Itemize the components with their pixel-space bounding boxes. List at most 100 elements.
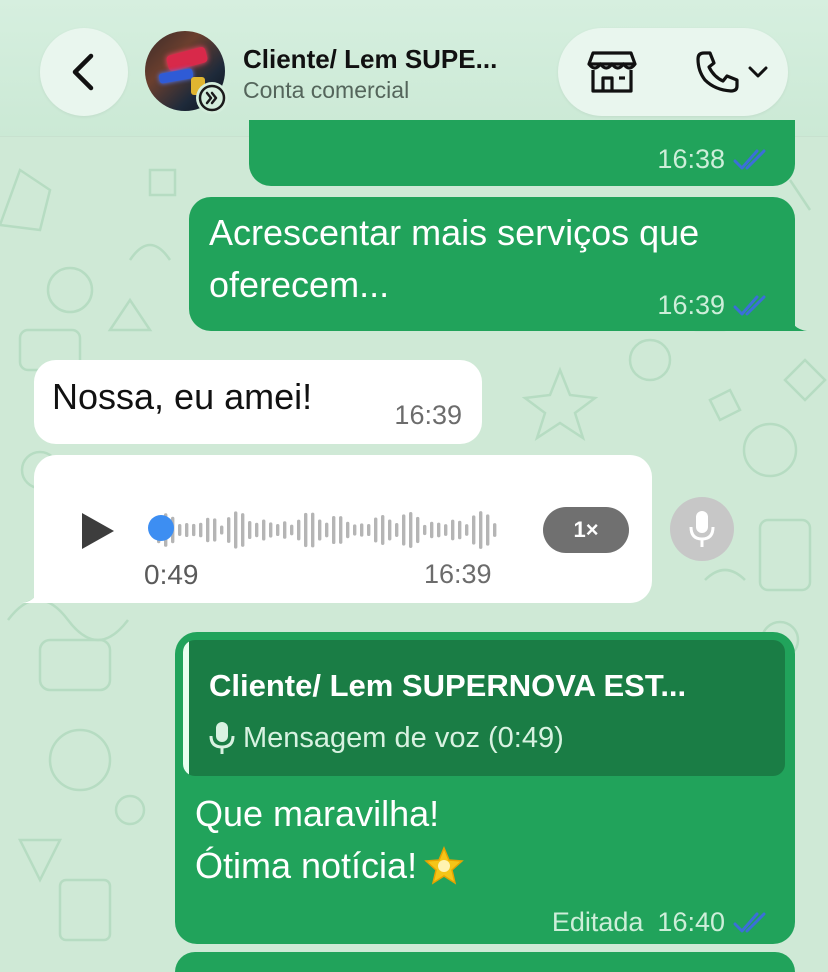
waveform-bar [332, 515, 336, 545]
waveform-bar [402, 514, 406, 546]
waveform-bar [346, 521, 350, 539]
message-incoming[interactable]: Nossa, eu amei! 16:39 [34, 360, 482, 444]
bubble-tail [22, 583, 42, 603]
waveform-bar [430, 521, 434, 539]
waveform-bar [458, 520, 462, 540]
read-receipt-icon [733, 295, 766, 315]
playback-scrubber[interactable] [148, 515, 174, 541]
waveform-bar [479, 511, 483, 549]
quote-preview: Mensagem de voz (0:49) [243, 721, 564, 754]
read-receipt-icon [733, 912, 766, 932]
waveform-bar [206, 517, 210, 543]
message-time: 16:39 [424, 559, 492, 589]
store-button[interactable] [582, 48, 642, 96]
chevron-down-icon[interactable] [747, 64, 769, 80]
waveform-bar [486, 514, 490, 546]
waveform-bar [381, 515, 385, 545]
read-receipt-icon [733, 149, 766, 169]
waveform-bar [374, 517, 378, 543]
waveform-bar [199, 522, 203, 538]
waveform-bar [409, 512, 413, 548]
voice-mic-badge [670, 497, 734, 561]
waveform-bar [493, 523, 497, 537]
contact-subtitle: Conta comercial [243, 77, 410, 103]
waveform-bar [178, 524, 182, 536]
waveform-bar [325, 522, 329, 538]
microphone-icon [209, 722, 235, 754]
waveform-bar [353, 524, 357, 536]
waveform-bar [213, 518, 217, 542]
waveform-bar [304, 512, 308, 548]
message-time: 16:39 [394, 400, 462, 430]
waveform-bar [339, 516, 343, 544]
reply-quote[interactable]: Cliente/ Lem SUPERNOVA EST... Mensagem d… [183, 640, 785, 776]
waveform-bar [311, 512, 315, 548]
waveform-bar [444, 524, 448, 536]
play-button[interactable] [78, 511, 118, 551]
waveform-bar [472, 515, 476, 545]
message-text: Acrescentar mais serviços que oferecem..… [209, 207, 699, 311]
message-outgoing[interactable]: 16:38 [249, 120, 795, 186]
message-time-wrap: 16:39 [424, 559, 492, 590]
quote-bar [183, 640, 189, 776]
message-line: Que maravilha! [195, 793, 440, 834]
waveform-bar [283, 521, 287, 539]
waveform-bar [437, 522, 441, 538]
message-outgoing-partial[interactable] [175, 952, 795, 972]
waveform-bar [234, 511, 238, 549]
waveform-bar [227, 517, 231, 543]
waveform-bar [262, 519, 266, 541]
waveform-bar [192, 523, 196, 537]
waveform-bar [465, 524, 469, 536]
message-time: 16:39 [657, 290, 725, 320]
waveform-bar [395, 522, 399, 538]
voice-message[interactable]: 1× 0:49 16:39 [22, 455, 734, 603]
call-button[interactable] [692, 48, 772, 96]
waveform-bar [185, 522, 189, 538]
message-outgoing-reply[interactable]: Cliente/ Lem SUPERNOVA EST... Mensagem d… [175, 632, 795, 944]
chevron-left-icon [72, 53, 94, 91]
waveform-bar [451, 519, 455, 541]
message-text: Que maravilha! Ótima notícia! [195, 788, 465, 892]
header-actions [558, 28, 788, 116]
waveform-bar [423, 524, 427, 536]
glowing-star-emoji-icon [424, 846, 464, 885]
message-meta: Editada 16:40 [552, 907, 775, 938]
waveform-bar [241, 513, 245, 547]
message-line: Acrescentar mais serviços que [209, 212, 700, 253]
waveform-bar [255, 522, 259, 538]
store-icon [587, 51, 637, 93]
business-badge-icon [196, 82, 228, 114]
waveform-bar [360, 523, 364, 537]
playback-speed-button[interactable]: 1× [543, 507, 629, 553]
waveform-bar [297, 519, 301, 541]
microphone-icon [689, 511, 715, 547]
bubble-tail [787, 311, 807, 331]
message-time: 16:38 [657, 144, 725, 174]
message-line: Ótima notícia! [195, 845, 418, 886]
waveform-bar [269, 522, 273, 538]
message-time: 16:40 [657, 907, 725, 937]
waveform-bar [290, 524, 294, 536]
quote-preview-row: Mensagem de voz (0:49) [209, 720, 564, 756]
waveform-bar [276, 523, 280, 537]
voice-duration: 0:49 [144, 559, 199, 590]
phone-icon [696, 51, 739, 93]
play-icon [82, 513, 114, 549]
waveform-bar [388, 519, 392, 541]
quote-author: Cliente/ Lem SUPERNOVA EST... [209, 668, 687, 703]
voice-waveform[interactable] [144, 500, 504, 560]
chat-header: Cliente/ Lem SUPE... Conta comercial [0, 0, 828, 136]
message-outgoing[interactable]: Acrescentar mais serviços que oferecem..… [189, 197, 807, 331]
message-line-row: Ótima notícia! [195, 840, 465, 892]
waveform-bar [220, 525, 224, 535]
back-button[interactable] [40, 28, 128, 116]
waveform-bar [367, 523, 371, 537]
waveform-bar [416, 516, 420, 544]
waveform-bar [248, 520, 252, 540]
edited-label: Editada [551, 907, 644, 937]
message-line: oferecem... [209, 264, 390, 305]
contact-name[interactable]: Cliente/ Lem SUPE... [243, 44, 497, 75]
waveform-bar [318, 519, 322, 541]
message-text: Nossa, eu amei! [52, 376, 313, 417]
